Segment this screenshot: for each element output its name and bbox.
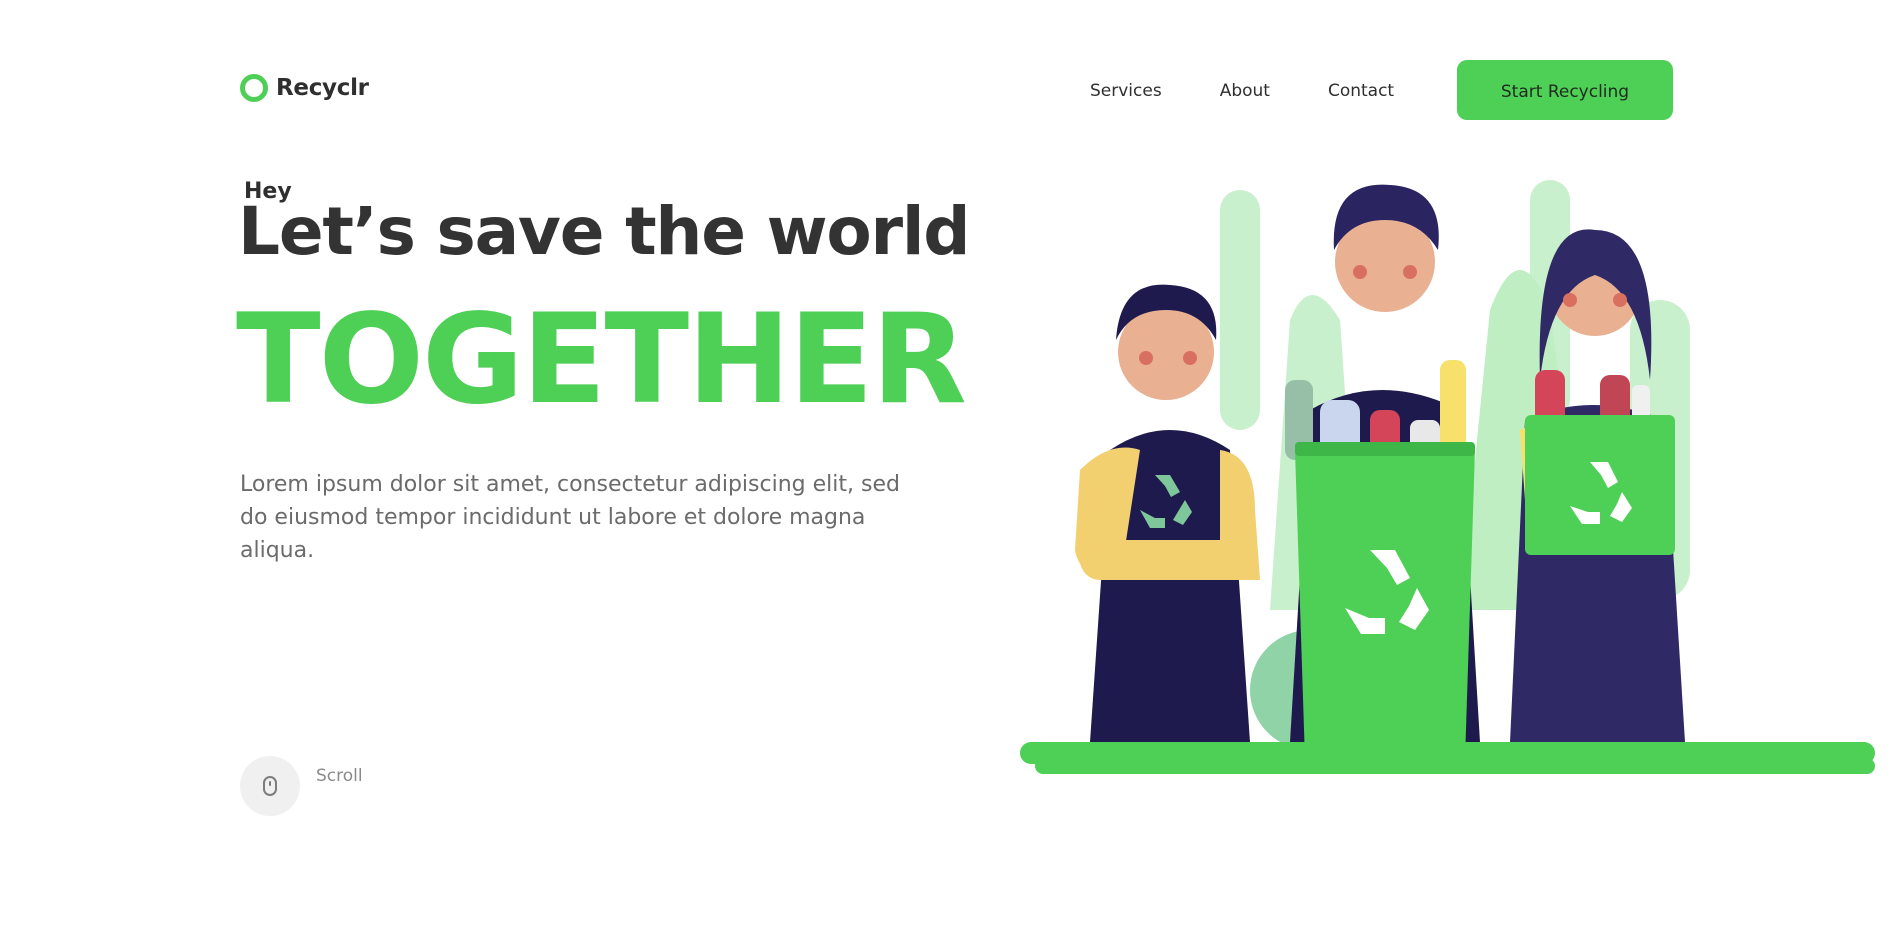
mouse-icon xyxy=(263,776,277,796)
recycling-people-illustration xyxy=(1020,180,1875,774)
landing-page: Recyclr Services About Contact Start Rec… xyxy=(0,0,1901,947)
brand-name: Recyclr xyxy=(276,75,369,101)
hero-emphasis: TOGETHER xyxy=(236,288,967,432)
nav-about-link[interactable]: About xyxy=(1220,80,1270,102)
brand-logo[interactable]: Recyclr xyxy=(240,74,369,102)
nav-services-link[interactable]: Services xyxy=(1090,80,1162,102)
main-nav: Services About Contact xyxy=(1090,80,1394,102)
right-bin xyxy=(1525,415,1675,555)
hero-headline: Let’s save the world xyxy=(238,193,970,270)
start-recycling-button[interactable]: Start Recycling xyxy=(1457,60,1673,120)
scroll-button[interactable] xyxy=(240,756,300,816)
nav-contact-link[interactable]: Contact xyxy=(1328,80,1394,102)
logo-ring-icon xyxy=(240,74,268,102)
hero-lead-text: Lorem ipsum dolor sit amet, consectetur … xyxy=(240,472,900,563)
scroll-label: Scroll xyxy=(316,766,363,786)
person-center xyxy=(1285,184,1480,760)
center-bin xyxy=(1295,450,1475,760)
